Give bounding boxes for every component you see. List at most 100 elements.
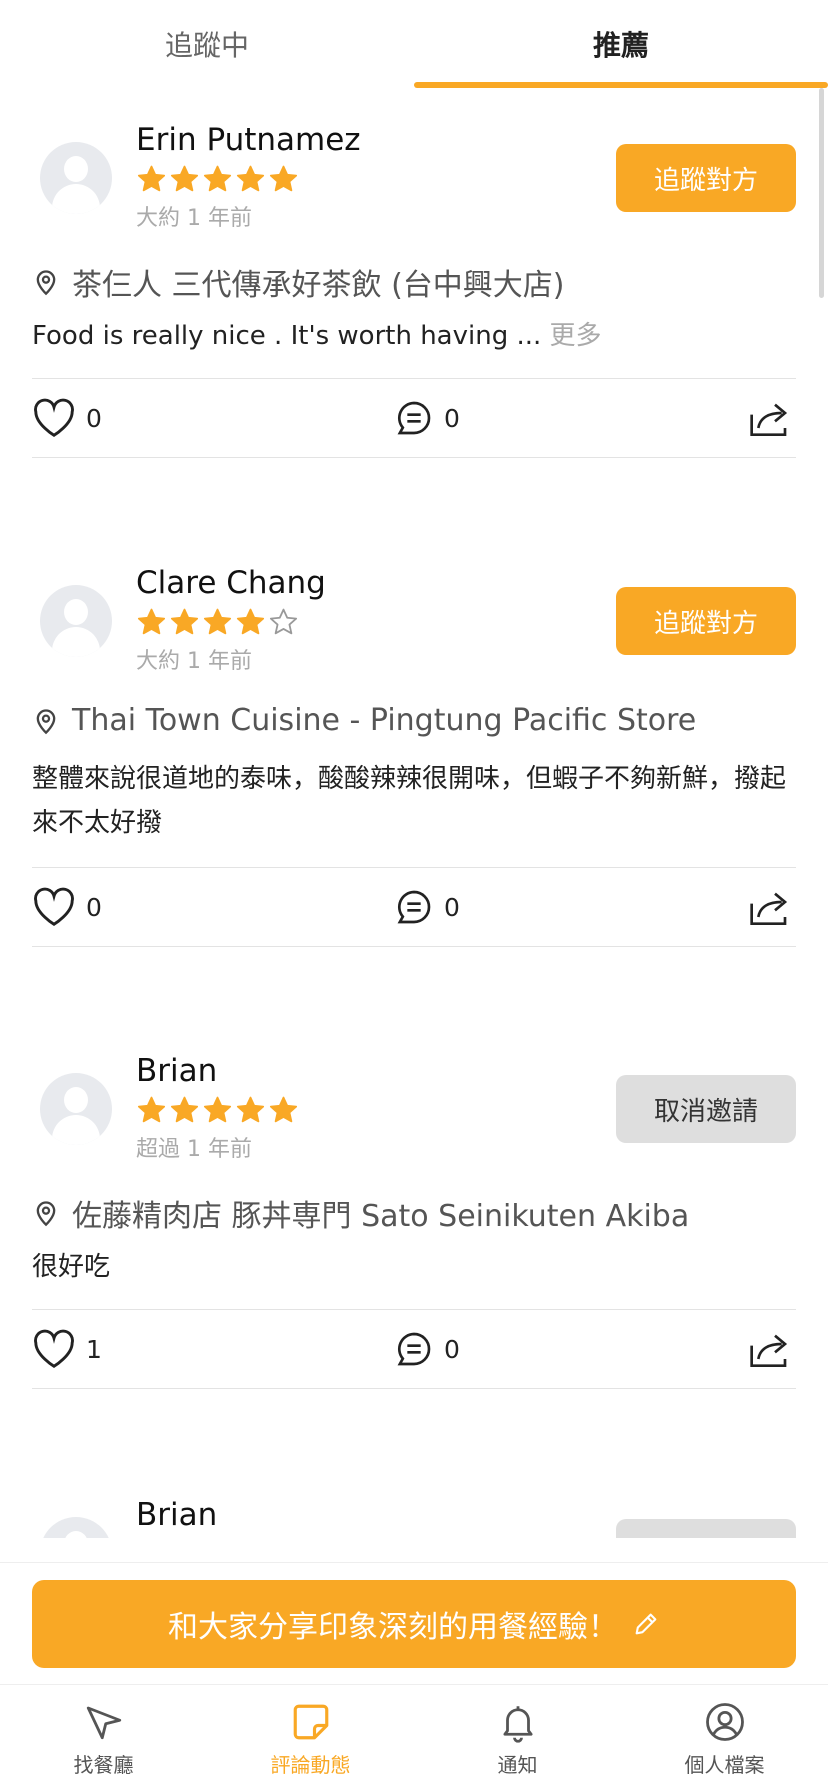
review-actions: 1 0 — [32, 1310, 796, 1388]
restaurant-link[interactable]: 茶仨人 三代傳承好茶飲 (台中興大店) — [32, 260, 564, 304]
nav-profile[interactable]: 個人檔案 — [621, 1685, 828, 1792]
review-text: 整體來說很道地的泰味，酸酸辣辣很開味，但蝦子不夠新鮮，撥起來不太好撥 — [32, 757, 796, 845]
star-filled-icon — [170, 1096, 199, 1123]
restaurant-name: 茶仨人 三代傳承好茶飲 (台中興大店) — [72, 268, 565, 303]
star-filled-icon — [137, 165, 166, 192]
review-text: 很好吃 — [32, 1245, 796, 1289]
reviewer-name[interactable]: Brian — [136, 1053, 217, 1089]
star-filled-icon — [170, 165, 199, 192]
star-filled-icon — [236, 1096, 265, 1123]
comment-count: 0 — [444, 892, 460, 922]
share-review-button[interactable] — [748, 379, 802, 457]
reviewer-name[interactable]: Erin Putnamez — [136, 122, 361, 158]
follow-button[interactable]: 追蹤對方 — [616, 587, 796, 655]
like-count: 1 — [86, 1334, 102, 1364]
comment-button[interactable]: 0 — [394, 868, 460, 946]
review-body: 整體來說很道地的泰味，酸酸辣辣很開味，但蝦子不夠新鮮，撥起來不太好撥 — [32, 764, 787, 838]
comment-button[interactable]: 0 — [394, 379, 460, 457]
star-rating — [136, 607, 299, 638]
nav-label: 通知 — [497, 1752, 538, 1777]
review-body: Food is really nice . It's worth having … — [32, 321, 542, 351]
review-text: Food is really nice . It's worth having … — [32, 314, 796, 358]
star-filled-icon — [137, 1096, 166, 1123]
follow-button[interactable]: 追蹤對方 — [616, 144, 796, 212]
star-rating — [136, 164, 299, 195]
cancel-invite-button[interactable]: 取消邀請 — [616, 1075, 796, 1143]
star-filled-icon — [137, 608, 166, 635]
location-pin-icon — [36, 708, 56, 734]
location-pin-icon — [36, 1201, 56, 1227]
restaurant-link[interactable]: 佐藤精肉店 豚丼専門 Sato Seinikuten Akiba — [32, 1191, 689, 1235]
nav-label: 個人檔案 — [684, 1752, 765, 1777]
review-body: 很好吃 — [32, 1252, 111, 1282]
review-actions: 0 0 — [32, 868, 796, 946]
share-review-button[interactable] — [748, 1310, 802, 1388]
restaurant-name: Thai Town Cuisine - Pingtung Pacific Sto… — [72, 703, 697, 738]
nav-label: 評論動態 — [270, 1752, 351, 1777]
star-filled-icon — [236, 165, 265, 192]
bell-icon — [502, 1705, 533, 1743]
share-bar: 和大家分享印象深刻的用餐經驗！ — [0, 1562, 828, 1684]
reviewer-name[interactable]: Clare Chang — [136, 565, 326, 601]
restaurant-link[interactable]: Thai Town Cuisine - Pingtung Pacific Sto… — [32, 703, 696, 738]
tab-recommended[interactable]: 推薦 — [414, 0, 828, 88]
restaurant-name: 佐藤精肉店 豚丼専門 Sato Seinikuten Akiba — [72, 1199, 690, 1234]
heart-icon — [34, 1329, 74, 1368]
like-button[interactable]: 1 — [32, 1310, 102, 1388]
divider — [32, 946, 796, 947]
avatar[interactable] — [40, 1517, 112, 1538]
divider — [32, 457, 796, 458]
avatar[interactable] — [40, 1073, 112, 1145]
star-filled-icon — [236, 608, 265, 635]
more-link[interactable]: 更多 — [550, 321, 602, 351]
like-button[interactable]: 0 — [32, 868, 102, 946]
heart-icon — [34, 887, 74, 926]
avatar[interactable] — [40, 585, 112, 657]
comment-icon — [397, 890, 431, 924]
star-filled-icon — [203, 1096, 232, 1123]
review-card: Brian 超過 1 年前 取消邀請 佐藤精肉店 豚丼専門 Sato Seini… — [32, 1019, 796, 1399]
comment-button[interactable]: 0 — [394, 1310, 460, 1388]
review-feed: Erin Putnamez 大約 1 年前 追蹤對方 茶仨人 三代傳承好茶飲 (… — [0, 88, 828, 1538]
review-card: Erin Putnamez 大約 1 年前 追蹤對方 茶仨人 三代傳承好茶飲 (… — [32, 88, 796, 468]
comment-icon — [397, 401, 431, 435]
heart-icon — [34, 398, 74, 437]
nav-notifications[interactable]: 通知 — [414, 1685, 621, 1792]
review-time: 大約 1 年前 — [136, 206, 252, 231]
comment-icon — [397, 1332, 431, 1366]
divider — [32, 1388, 796, 1389]
sticky-note-icon — [293, 1704, 328, 1739]
review-time: 超過 1 年前 — [136, 1137, 252, 1162]
like-count: 0 — [86, 892, 102, 922]
review-actions: 0 0 — [32, 379, 796, 457]
star-filled-icon — [269, 165, 298, 192]
tab-following[interactable]: 追蹤中 — [0, 0, 414, 88]
navigation-arrow-icon — [86, 1706, 121, 1739]
avatar[interactable] — [40, 142, 112, 214]
review-time: 大約 1 年前 — [136, 649, 252, 674]
cancel-invite-button[interactable] — [616, 1519, 796, 1538]
nav-review-feed[interactable]: 評論動態 — [207, 1685, 414, 1792]
like-button[interactable]: 0 — [32, 379, 102, 457]
comment-count: 0 — [444, 403, 460, 433]
share-review-button[interactable] — [748, 868, 802, 946]
reviewer-name[interactable]: Brian — [136, 1497, 217, 1533]
share-arrow-icon — [750, 403, 788, 436]
star-empty-icon — [269, 608, 298, 635]
profile-icon — [705, 1702, 744, 1741]
nav-label: 找餐廳 — [73, 1752, 134, 1777]
like-count: 0 — [86, 403, 102, 433]
star-filled-icon — [170, 608, 199, 635]
bottom-nav: 找餐廳 評論動態 通知 個人檔案 — [0, 1684, 828, 1792]
nav-find-restaurant[interactable]: 找餐廳 — [0, 1685, 207, 1792]
review-card: Brian — [32, 1463, 796, 1538]
star-filled-icon — [203, 165, 232, 192]
share-arrow-icon — [750, 1334, 788, 1367]
share-label: 和大家分享印象深刻的用餐經驗！ — [168, 1611, 618, 1644]
star-rating — [136, 1095, 299, 1126]
share-experience-button[interactable]: 和大家分享印象深刻的用餐經驗！ — [32, 1580, 796, 1668]
star-filled-icon — [269, 1096, 298, 1123]
review-card: Clare Chang 大約 1 年前 追蹤對方 Thai Town Cuisi… — [32, 531, 796, 951]
top-tabs: 追蹤中 推薦 — [0, 0, 828, 88]
star-filled-icon — [203, 608, 232, 635]
